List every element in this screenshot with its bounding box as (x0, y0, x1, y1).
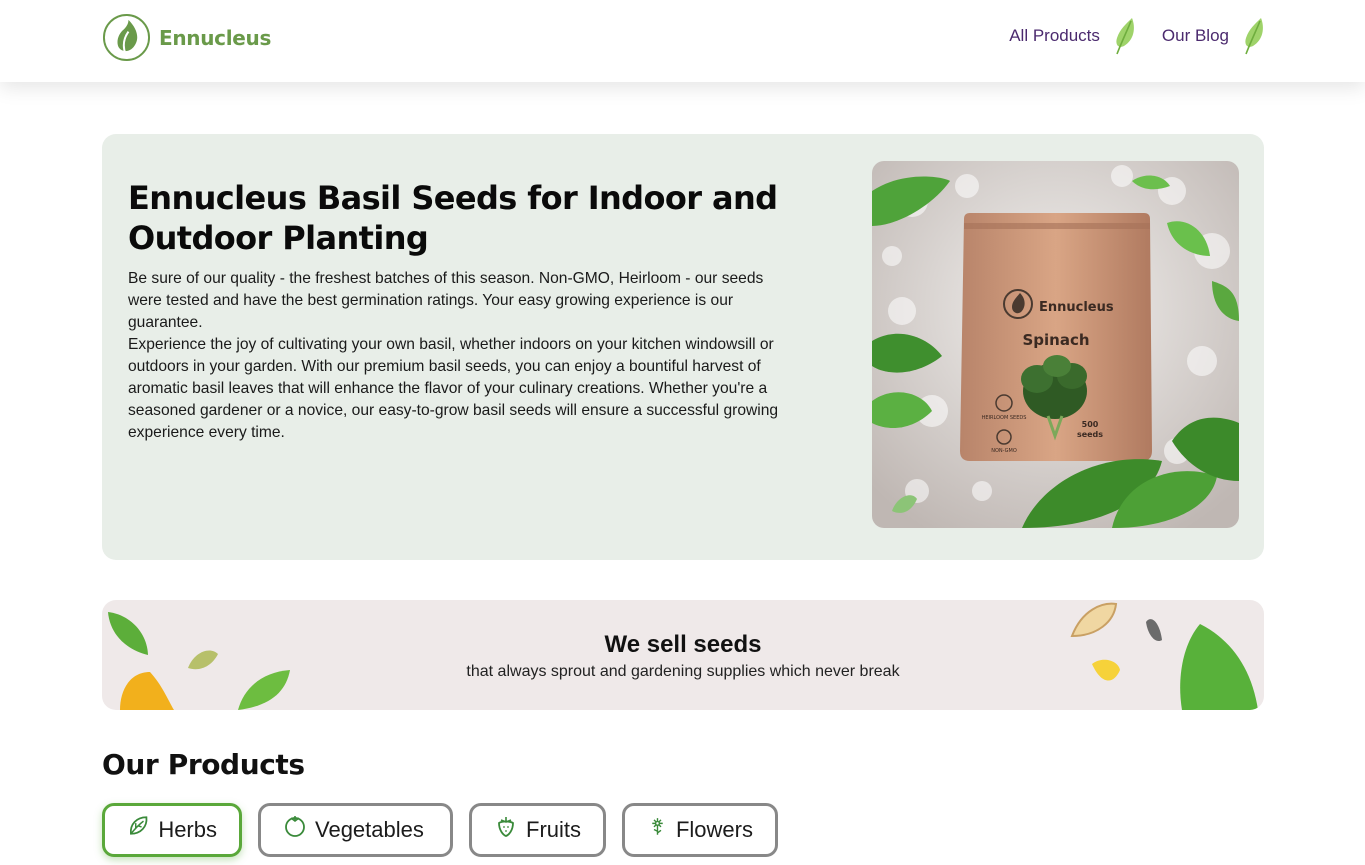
hero-description: Be sure of our quality - the freshest ba… (128, 268, 788, 444)
package-brand: Ennucleus (1039, 300, 1114, 315)
flower-icon (652, 818, 663, 835)
tab-vegetables-label: Vegetables (315, 817, 424, 842)
site-header: Ennucleus All Products Our Blog (0, 0, 1365, 82)
tab-fruits-label: Fruits (526, 817, 581, 842)
main-nav: All Products Our Blog (1009, 16, 1265, 56)
nav-our-blog[interactable]: Our Blog (1162, 16, 1265, 56)
package-unit: seeds (1077, 430, 1103, 439)
leaf-icon (1116, 18, 1134, 55)
brand-logo[interactable]: Ennucleus (102, 13, 271, 62)
strawberry-icon (498, 817, 514, 837)
products-heading: Our Products (102, 748, 305, 781)
nav-our-blog-label: Our Blog (1161, 26, 1229, 45)
tab-flowers[interactable]: Flowers (622, 803, 778, 857)
leaf-logo-icon (102, 13, 151, 62)
nav-all-products[interactable]: All Products (1009, 16, 1136, 56)
tab-herbs-label: Herbs (158, 817, 217, 842)
tab-vegetables[interactable]: Vegetables (258, 803, 453, 857)
brand-name: Ennucleus (159, 25, 272, 50)
package-badge-nongmo: NON-GMO (991, 448, 1017, 454)
leaf-icon (1245, 18, 1263, 55)
banner-title: We sell seeds (604, 631, 762, 658)
banner-subtitle: that always sprout and gardening supplie… (466, 663, 900, 680)
product-image: Ennucleus Spinach HEIRLOOM SEEDS NON-GMO… (872, 161, 1239, 528)
package-product: Spinach (1022, 331, 1089, 349)
product-category-tabs: Herbs Vegetables Fruits Flowers (102, 803, 778, 857)
hero-title: Ennucleus Basil Seeds for Indoor and Out… (128, 179, 778, 257)
herb-leaf-icon (130, 816, 148, 835)
seeds-banner: We sell seeds that always sprout and gar… (102, 600, 1264, 710)
seed-package-illustration: Ennucleus Spinach HEIRLOOM SEEDS NON-GMO… (872, 161, 1239, 528)
hero-section: Ennucleus Basil Seeds for Indoor and Out… (102, 134, 1264, 560)
tab-flowers-label: Flowers (675, 817, 753, 842)
tomato-icon (285, 816, 305, 837)
nav-all-products-label: All Products (1009, 26, 1100, 45)
tab-fruits[interactable]: Fruits (469, 803, 606, 857)
hero-paragraph-1: Be sure of our quality - the freshest ba… (128, 270, 764, 331)
hero-paragraph-2: Experience the joy of cultivating your o… (128, 336, 779, 441)
package-count: 500 (1082, 420, 1099, 429)
package-badge-heirloom: HEIRLOOM SEEDS (982, 415, 1027, 421)
tab-herbs[interactable]: Herbs (102, 803, 242, 857)
